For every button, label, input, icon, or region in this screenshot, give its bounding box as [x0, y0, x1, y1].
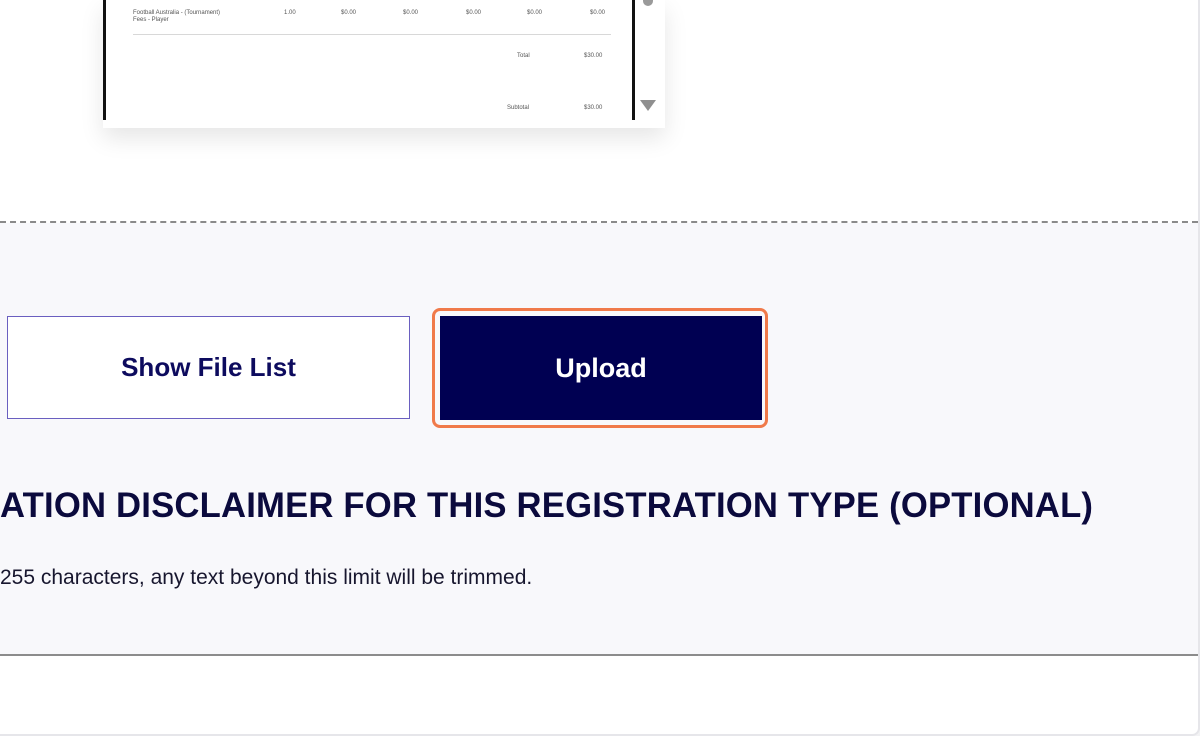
invoice-preview: Football Australia - (Tournament) Fees -…: [103, 0, 665, 128]
invoice-divider: [133, 34, 611, 35]
upload-button[interactable]: Upload: [440, 316, 762, 420]
total-label: Total: [517, 53, 530, 59]
total-value: $30.00: [584, 53, 603, 59]
subtotal-label: Subtotal: [507, 105, 530, 111]
line-item-col1: $0.00: [341, 10, 357, 16]
scroll-up-arrow-icon[interactable]: [643, 0, 653, 6]
show-file-list-button[interactable]: Show File List: [7, 316, 410, 419]
disclaimer-heading: ATION DISCLAIMER FOR THIS REGISTRATION T…: [0, 486, 1094, 525]
line-item-col2: $0.00: [403, 10, 419, 16]
page-frame: Football Australia - (Tournament) Fees -…: [0, 0, 1200, 736]
subtotal-value: $30.00: [584, 105, 603, 111]
invoice-document: Football Australia - (Tournament) Fees -…: [103, 0, 635, 120]
line-item-description-1: Football Australia - (Tournament): [133, 10, 221, 16]
line-item-qty: 1.00: [284, 10, 296, 16]
line-item-description-2: Fees - Player: [133, 17, 169, 23]
section-bottom-divider: [0, 654, 1198, 656]
scroll-down-arrow-icon[interactable]: [640, 100, 656, 111]
line-item-col4: $0.00: [527, 10, 543, 16]
character-limit-note: 255 characters, any text beyond this lim…: [0, 566, 533, 589]
line-item-col3: $0.00: [466, 10, 482, 16]
line-item-col5: $0.00: [590, 10, 606, 16]
